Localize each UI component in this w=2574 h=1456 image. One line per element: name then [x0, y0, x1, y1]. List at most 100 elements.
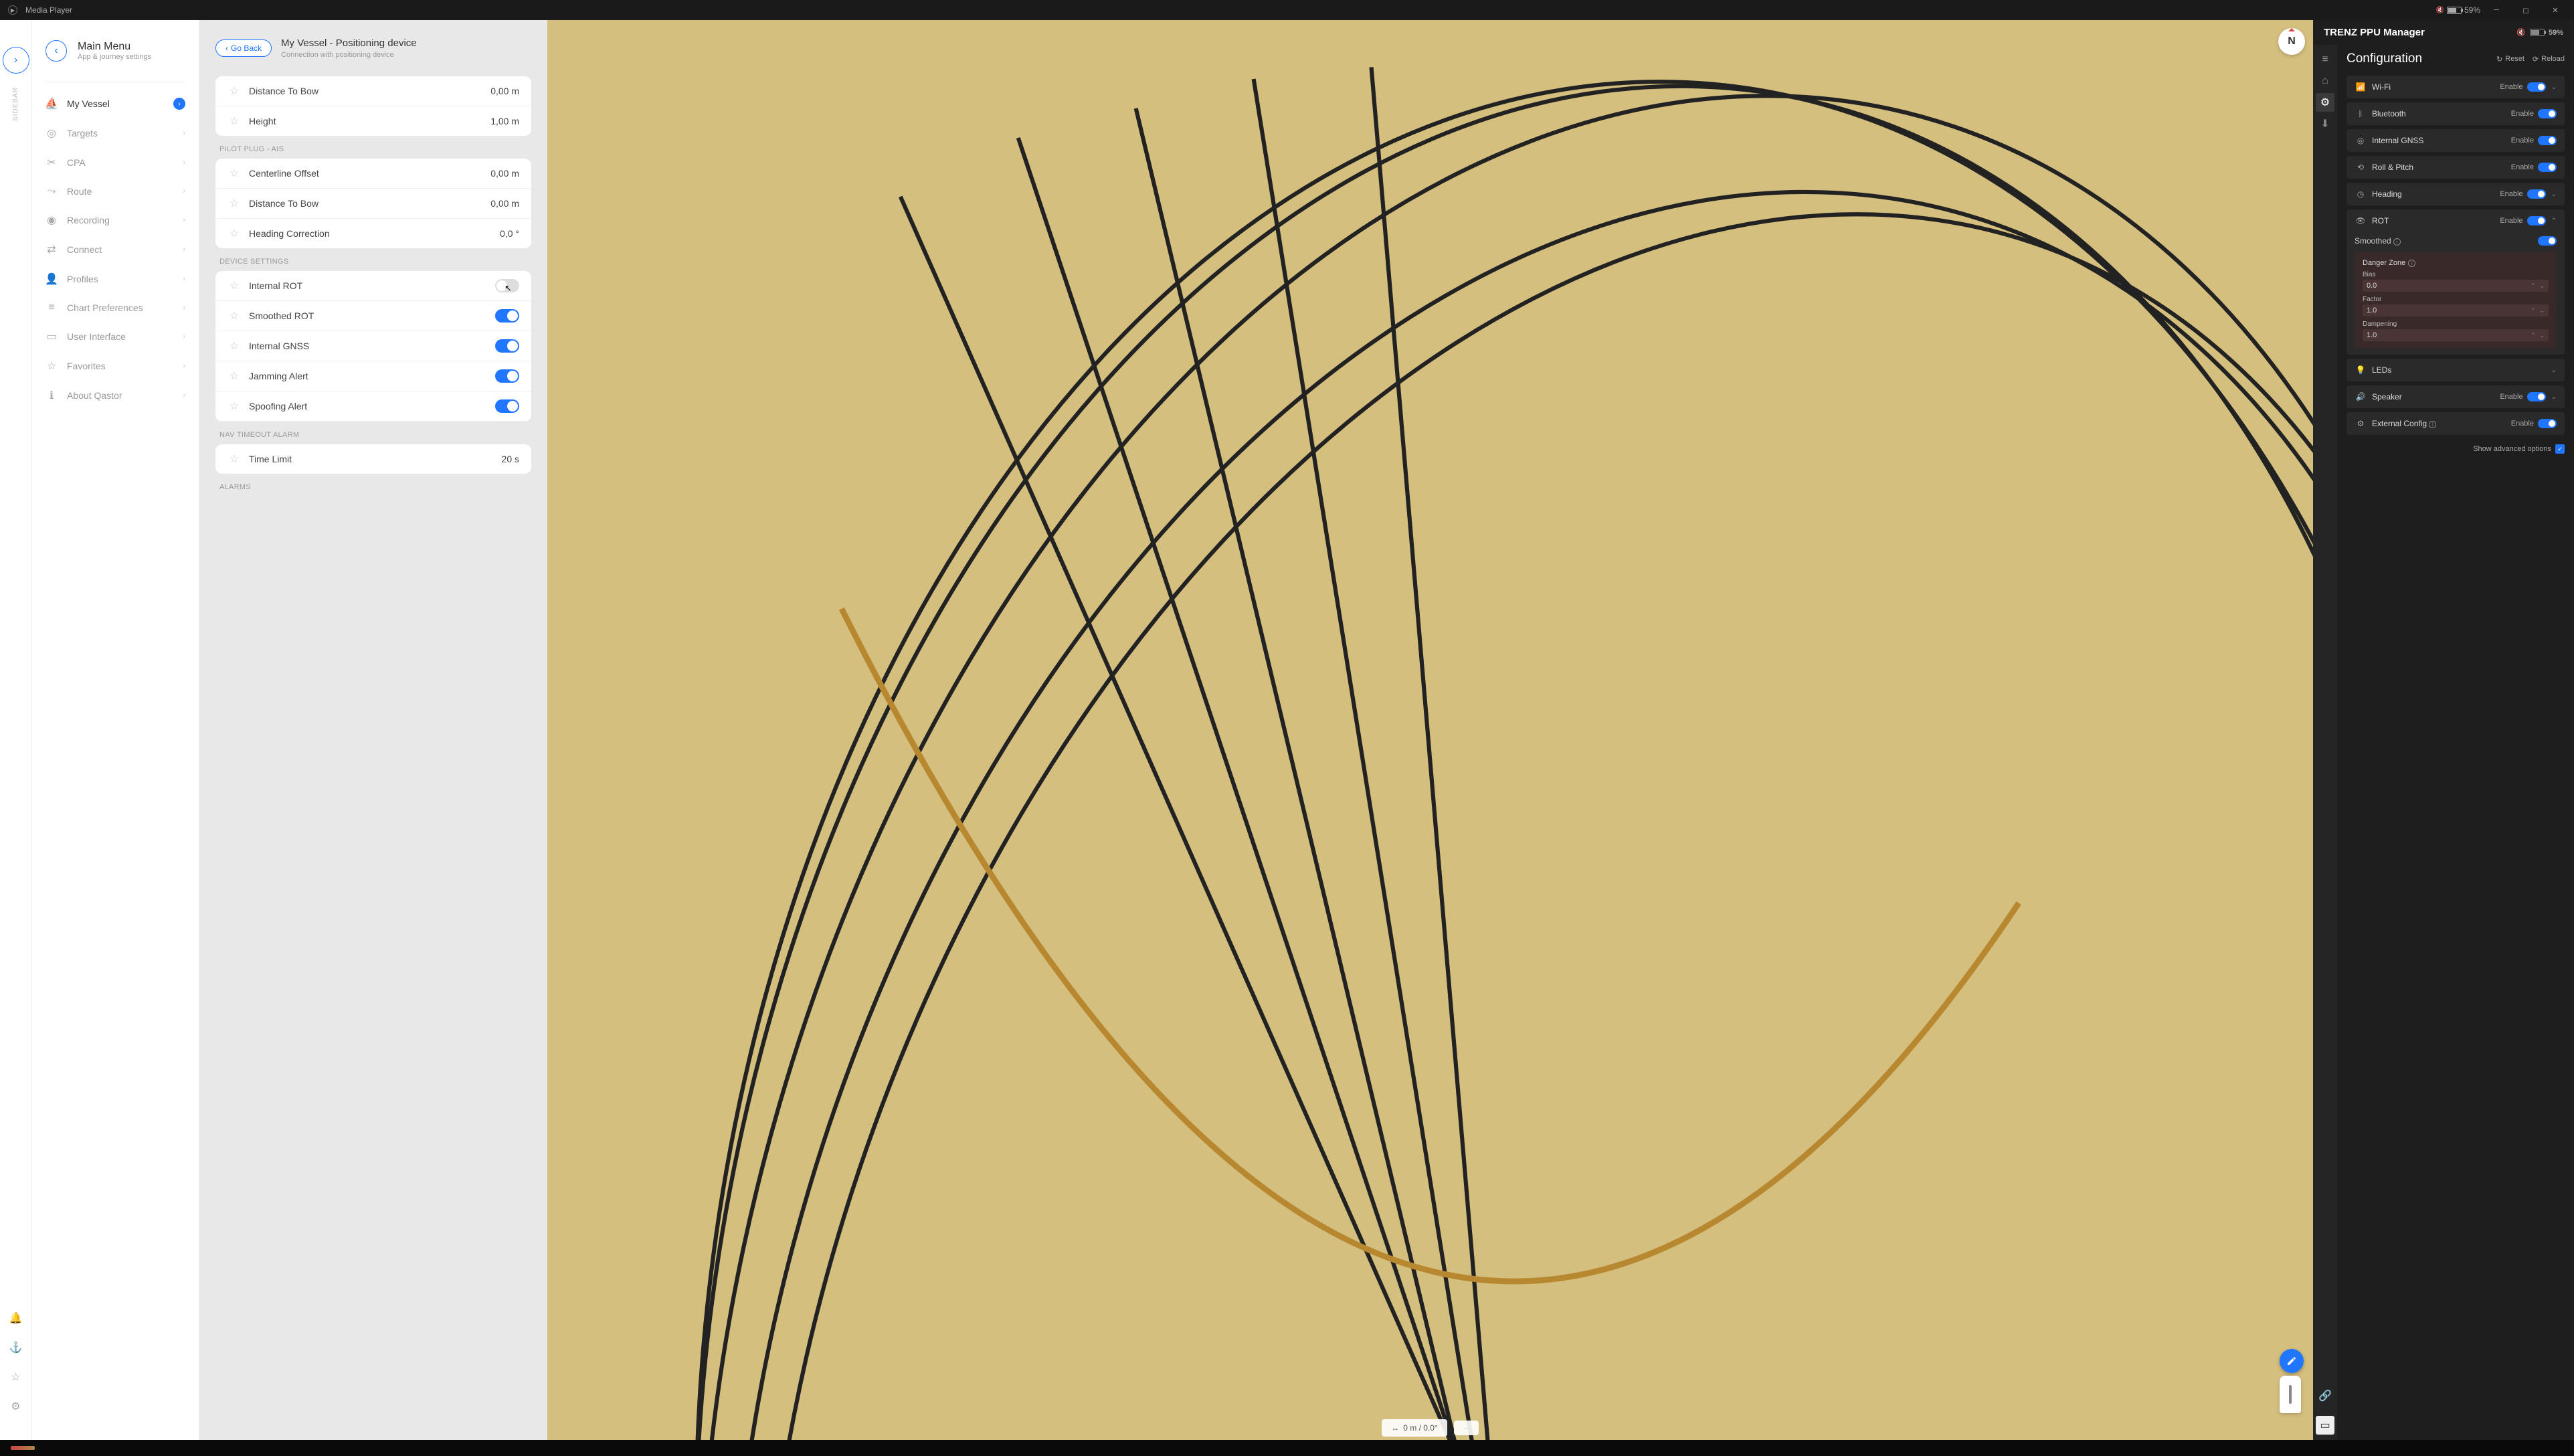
star-icon[interactable]: ☆: [9, 1370, 23, 1384]
terminal-icon[interactable]: ▭: [2316, 1416, 2334, 1435]
home-icon[interactable]: ⌂: [2316, 72, 2334, 90]
gear-icon[interactable]: ⚙: [9, 1400, 23, 1413]
window-minimize-button[interactable]: ─: [2483, 2, 2510, 18]
toggle-smoothed-rot[interactable]: [495, 309, 519, 323]
bluetooth-icon: ᛒ: [2355, 109, 2367, 118]
stepper-down-icon[interactable]: ⌄: [2539, 307, 2545, 314]
bias-input[interactable]: 0.0 ⌃⌄: [2363, 280, 2549, 292]
sidebar-item-chart-preferences[interactable]: ≡ Chart Preferences ›: [32, 294, 199, 322]
toggle-speaker[interactable]: [2527, 392, 2546, 401]
stepper-up-icon[interactable]: ⌃: [2531, 307, 2536, 314]
info-icon[interactable]: i: [2393, 238, 2401, 246]
compass-button[interactable]: N: [2278, 28, 2305, 55]
section-pilot-plug: PILOT PLUG - AIS: [215, 136, 531, 159]
sidebar-toggle-button[interactable]: ›: [3, 47, 29, 74]
toggle-heading[interactable]: [2527, 189, 2546, 199]
row-heading-correction[interactable]: ☆ Heading Correction 0,0 °: [215, 219, 531, 248]
sidebar-item-favorites[interactable]: ☆ Favorites ›: [32, 351, 199, 381]
battery-indicator: 🔇 59%: [2436, 5, 2480, 15]
row-time-limit[interactable]: ☆ Time Limit 20 s: [215, 444, 531, 474]
dampening-input[interactable]: 1.0 ⌃⌄: [2363, 329, 2549, 341]
row-distance-to-bow[interactable]: ☆ Distance To Bow 0,00 m: [215, 76, 531, 106]
gnss-icon: ◎: [2355, 136, 2367, 145]
bell-icon[interactable]: 🔔: [9, 1311, 23, 1325]
vessel-marker[interactable]: [2280, 1376, 2301, 1413]
info-icon[interactable]: i: [2429, 421, 2436, 428]
factor-input[interactable]: 1.0 ⌃⌄: [2363, 304, 2549, 316]
toggle-internal-gnss[interactable]: [495, 339, 519, 353]
row-height[interactable]: ☆ Height 1,00 m: [215, 106, 531, 136]
sidebar-item-route[interactable]: ⤳ Route ›: [32, 177, 199, 205]
checkbox-checked-icon[interactable]: ✓: [2555, 444, 2565, 454]
row-distance-to-bow-ais[interactable]: ☆ Distance To Bow 0,00 m: [215, 189, 531, 219]
window-titlebar: ▶ Media Player 🔇 59% ─ ◻ ✕: [0, 0, 2574, 20]
favorite-star-icon[interactable]: ☆: [227, 197, 241, 210]
config-heading: Configuration: [2347, 52, 2422, 66]
trenz-panel: TRENZ PPU Manager 🔇 59% ≡ ⌂ ⚙ ⬇ 🔗 ▭: [2313, 20, 2574, 1440]
anchor-icon[interactable]: ⚓: [9, 1341, 23, 1354]
chevron-right-icon: ›: [183, 129, 185, 137]
chevron-down-icon[interactable]: ⌄: [2551, 393, 2557, 401]
favorite-star-icon[interactable]: ☆: [227, 84, 241, 98]
main-menu-back-button[interactable]: ‹: [45, 40, 67, 62]
show-advanced-toggle[interactable]: Show advanced options ✓: [2347, 439, 2565, 459]
favorite-star-icon[interactable]: ☆: [227, 114, 241, 128]
favorite-star-icon[interactable]: ☆: [227, 339, 241, 353]
chevron-up-icon[interactable]: ⌃: [2551, 217, 2557, 225]
favorite-star-icon[interactable]: ☆: [227, 227, 241, 240]
sidebar-item-about[interactable]: ℹ About Qastor ›: [32, 381, 199, 410]
info-icon[interactable]: i: [2408, 260, 2415, 267]
go-back-button[interactable]: ‹ Go Back: [215, 39, 272, 57]
toggle-jamming-alert[interactable]: [495, 369, 519, 383]
stepper-up-icon[interactable]: ⌃: [2531, 282, 2536, 290]
favorite-star-icon[interactable]: ☆: [227, 279, 241, 292]
window-close-button[interactable]: ✕: [2542, 2, 2569, 18]
chevron-down-icon[interactable]: ⌄: [2551, 367, 2557, 374]
chevron-left-icon: ‹: [225, 43, 228, 53]
cfg-heading: ◷ Heading Enable ⌄: [2347, 183, 2565, 205]
cfg-speaker: 🔊 Speaker Enable ⌄: [2347, 385, 2565, 408]
sidebar-item-targets[interactable]: ◎ Targets ›: [32, 118, 199, 148]
sidebar-item-cpa[interactable]: ✂ CPA ›: [32, 148, 199, 177]
stepper-down-icon[interactable]: ⌄: [2539, 282, 2545, 290]
toggle-wifi[interactable]: [2527, 82, 2546, 92]
toggle-gnss[interactable]: [2538, 136, 2557, 145]
toggle-rot[interactable]: [2527, 216, 2546, 225]
window-maximize-button[interactable]: ◻: [2512, 2, 2539, 18]
trenz-title: TRENZ PPU Manager: [2324, 27, 2425, 38]
stepper-down-icon[interactable]: ⌄: [2539, 332, 2545, 339]
row-centerline-offset[interactable]: ☆ Centerline Offset 0,00 m: [215, 159, 531, 189]
favorite-star-icon[interactable]: ☆: [227, 452, 241, 466]
reset-button[interactable]: ↻ Reset: [2496, 55, 2524, 64]
toggle-external-config[interactable]: [2538, 419, 2557, 428]
sidebar-item-recording[interactable]: ◉ Recording ›: [32, 205, 199, 235]
toggle-roll-pitch[interactable]: [2538, 163, 2557, 172]
map-viewport[interactable]: N ↔0 m / 0.0° ···: [547, 20, 2313, 1440]
menu-icon[interactable]: ≡: [2316, 50, 2334, 69]
link-icon[interactable]: 🔗: [2316, 1386, 2334, 1405]
favorite-star-icon[interactable]: ☆: [227, 399, 241, 413]
stepper-up-icon[interactable]: ⌃: [2531, 332, 2536, 339]
favorite-star-icon[interactable]: ☆: [227, 309, 241, 323]
map-status-bar: ↔0 m / 0.0° ···: [547, 1416, 2313, 1440]
taskbar-app-preview[interactable]: [11, 1446, 35, 1450]
cfg-leds[interactable]: 💡 LEDs ⌄: [2347, 359, 2565, 381]
toggle-internal-rot[interactable]: [495, 279, 519, 292]
favorite-star-icon[interactable]: ☆: [227, 369, 241, 383]
sidebar-item-user-interface[interactable]: ▭ User Interface ›: [32, 322, 199, 351]
download-icon[interactable]: ⬇: [2316, 114, 2334, 133]
sidebar-item-connect[interactable]: ⇄ Connect ›: [32, 235, 199, 264]
chevron-right-icon: ›: [183, 275, 185, 283]
toggle-spoofing-alert[interactable]: [495, 399, 519, 413]
toggle-bluetooth[interactable]: [2538, 109, 2557, 118]
cfg-smoothed-row: Smoothed i: [2355, 232, 2557, 250]
sidebar-item-profiles[interactable]: 👤 Profiles ›: [32, 264, 199, 294]
reload-button[interactable]: ⟳ Reload: [2533, 55, 2565, 64]
edit-button[interactable]: [2280, 1349, 2304, 1373]
favorite-star-icon[interactable]: ☆: [227, 167, 241, 180]
toggle-smoothed[interactable]: [2538, 236, 2557, 246]
sidebar-item-my-vessel[interactable]: ⛵ My Vessel ›: [32, 89, 199, 118]
settings-nav-icon[interactable]: ⚙: [2316, 93, 2334, 112]
chevron-down-icon[interactable]: ⌄: [2551, 191, 2557, 198]
chevron-down-icon[interactable]: ⌄: [2551, 84, 2557, 91]
